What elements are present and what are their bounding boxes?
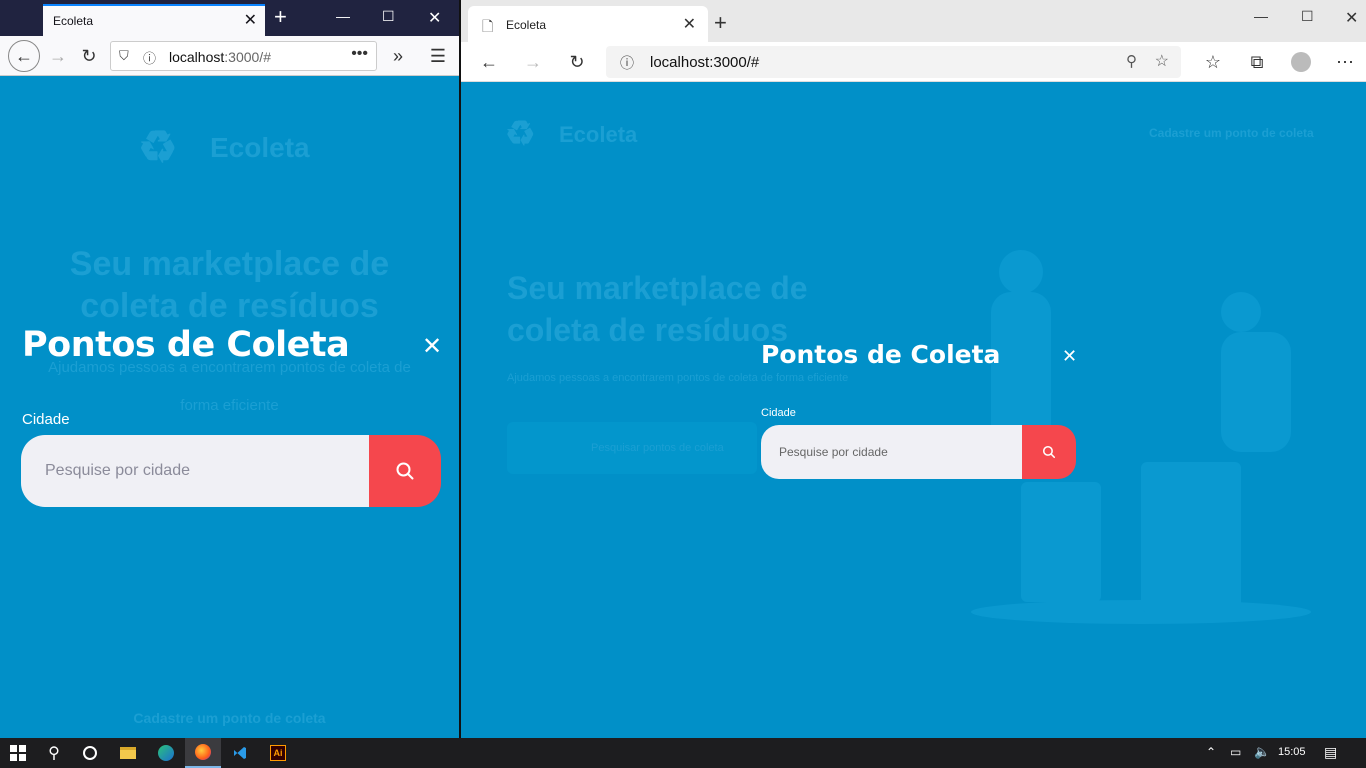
- firefox-icon[interactable]: [185, 738, 221, 768]
- clock[interactable]: 15:05: [1278, 746, 1306, 758]
- bg-heading-1: Seu marketplace de: [507, 270, 808, 306]
- windows-taskbar: ⚲ Ai ⌃ ▭ 🔈 15:05 ▤: [0, 738, 1366, 768]
- edge-tabbar: 🗋 Ecoleta ✕ + — ☐ ✕: [461, 0, 1366, 42]
- close-tab-icon[interactable]: ✕: [683, 14, 696, 34]
- edge-icon[interactable]: [148, 738, 184, 768]
- windows-start-icon[interactable]: [0, 738, 36, 768]
- url-text: localhost:3000/#: [169, 49, 271, 65]
- zoom-icon[interactable]: ⚲: [1126, 52, 1137, 70]
- bg-heading-2: coleta de resíduos: [80, 287, 379, 325]
- profile-avatar-icon[interactable]: [1287, 48, 1315, 76]
- minimize-icon[interactable]: —: [1254, 8, 1268, 24]
- bg-footer-link: Cadastre um ponto de coleta: [133, 710, 326, 726]
- minimize-icon[interactable]: —: [336, 8, 350, 24]
- page-icon: 🗋: [482, 18, 494, 34]
- search-icon[interactable]: ⚲: [36, 738, 72, 768]
- recycle-logo-icon: ♻: [138, 123, 178, 172]
- search-icon: [1042, 445, 1056, 459]
- tab-title: Ecoleta: [506, 18, 547, 32]
- recycle-logo-icon: ♻: [505, 115, 536, 153]
- reload-icon[interactable]: ↻: [563, 48, 591, 76]
- url-text: localhost:3000/#: [650, 54, 760, 71]
- info-icon[interactable]: ⓘ: [620, 53, 634, 73]
- close-tab-icon[interactable]: ✕: [244, 10, 257, 30]
- modal-title: Pontos de Coleta: [761, 340, 1001, 369]
- bg-logo-text: Ecoleta: [559, 122, 638, 147]
- bg-heading-2: coleta de resíduos: [507, 312, 788, 348]
- firefox-tabbar: Ecoleta ✕ + — ☐ ✕: [0, 0, 459, 36]
- bg-logo-text: Ecoleta: [210, 132, 310, 163]
- search-placeholder: Pesquise por cidade: [779, 445, 888, 459]
- close-window-icon[interactable]: ✕: [1345, 8, 1358, 28]
- search-icon: [396, 462, 414, 480]
- maximize-icon[interactable]: ☐: [382, 8, 395, 25]
- maximize-icon[interactable]: ☐: [1301, 8, 1314, 25]
- forward-icon[interactable]: →: [519, 48, 547, 76]
- close-icon[interactable]: ✕: [1062, 346, 1077, 367]
- favorites-icon[interactable]: ☆: [1199, 48, 1227, 76]
- bg-heading-1: Seu marketplace de: [69, 245, 390, 283]
- edge-navbar: ← → ↻ ⓘ localhost:3000/# ⚲ ☆ ☆ ⧉ ⋯: [461, 42, 1366, 82]
- new-tab-icon[interactable]: +: [714, 10, 727, 36]
- search-button[interactable]: [369, 435, 441, 507]
- modal-title: Pontos de Coleta: [22, 325, 350, 365]
- city-search-input[interactable]: Pesquise por cidade: [21, 435, 371, 507]
- bg-sub: Ajudamos pessoas a encontrarem pontos de…: [507, 372, 849, 384]
- illustrator-icon[interactable]: Ai: [260, 738, 296, 768]
- back-icon[interactable]: ←: [475, 48, 503, 76]
- close-window-icon[interactable]: ✕: [428, 8, 441, 28]
- bg-search-placeholder: Pesquisar pontos de coleta: [591, 442, 724, 454]
- info-icon[interactable]: ⓘ: [143, 48, 156, 67]
- firefox-tab[interactable]: Ecoleta ✕: [43, 4, 265, 36]
- notifications-icon[interactable]: ▤: [1324, 744, 1337, 761]
- back-icon[interactable]: ←: [8, 40, 40, 72]
- shield-icon[interactable]: ⛉: [119, 48, 129, 64]
- collections-icon[interactable]: ⧉: [1243, 48, 1271, 76]
- city-search-input[interactable]: Pesquise por cidade: [761, 425, 1023, 479]
- cortana-icon[interactable]: [72, 738, 108, 768]
- close-icon[interactable]: ✕: [422, 332, 442, 361]
- url-bar[interactable]: ⛉ ⓘ localhost:3000/# •••: [110, 41, 377, 71]
- settings-menu-icon[interactable]: ⋯: [1331, 48, 1359, 76]
- volume-icon[interactable]: 🔈: [1254, 744, 1270, 760]
- bg-header-link: Cadastre um ponto de coleta: [1149, 126, 1314, 140]
- new-tab-icon[interactable]: +: [274, 4, 287, 30]
- city-label: Cidade: [22, 411, 70, 428]
- search-button[interactable]: [1022, 425, 1076, 479]
- file-explorer-icon[interactable]: [110, 738, 146, 768]
- url-bar[interactable]: ⓘ localhost:3000/# ⚲ ☆: [606, 46, 1181, 78]
- page-content: ♻ Ecoleta Cadastre um ponto de coleta Se…: [461, 82, 1366, 738]
- edge-window: 🗋 Ecoleta ✕ + — ☐ ✕ ← → ↻ ⓘ localhost:30…: [461, 0, 1366, 738]
- city-label: Cidade: [761, 407, 796, 419]
- network-icon[interactable]: ▭: [1230, 745, 1241, 759]
- show-hidden-icons-icon[interactable]: ⌃: [1206, 745, 1216, 759]
- forward-icon[interactable]: →: [44, 42, 72, 70]
- vscode-icon[interactable]: [222, 738, 258, 768]
- tab-title: Ecoleta: [53, 14, 94, 28]
- bg-search-box: Pesquisar pontos de coleta: [507, 422, 757, 474]
- firefox-window: Ecoleta ✕ + — ☐ ✕ ← → ↻ ⛉ ⓘ localhost:30…: [0, 0, 459, 738]
- firefox-navbar: ← → ↻ ⛉ ⓘ localhost:3000/# ••• » ☰: [0, 36, 459, 76]
- search-placeholder: Pesquise por cidade: [45, 462, 190, 479]
- edge-tab[interactable]: 🗋 Ecoleta ✕: [468, 6, 708, 42]
- favorite-star-icon[interactable]: ☆: [1155, 51, 1169, 71]
- page-content: ♻ Ecoleta Seu marketplace de coleta de r…: [0, 77, 459, 738]
- menu-icon[interactable]: ☰: [424, 42, 452, 70]
- page-actions-icon[interactable]: •••: [351, 45, 368, 63]
- reload-icon[interactable]: ↻: [75, 42, 103, 70]
- overflow-icon[interactable]: »: [384, 42, 412, 70]
